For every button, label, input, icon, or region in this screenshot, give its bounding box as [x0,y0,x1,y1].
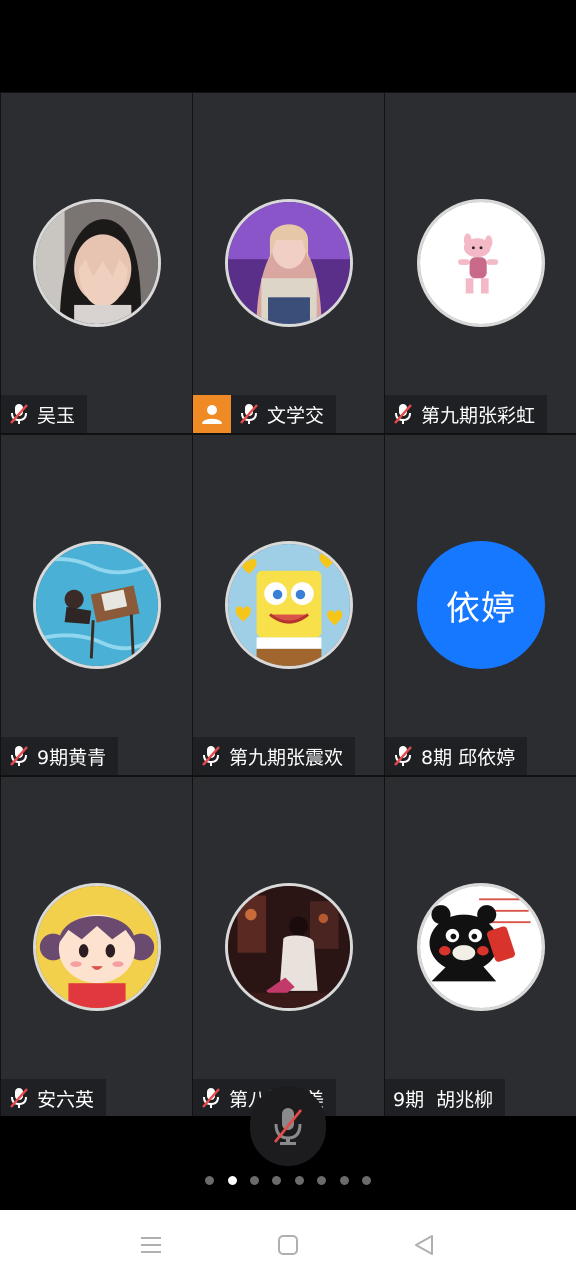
participant-avatar [225,883,353,1011]
mic-muted-icon [10,1088,28,1108]
page-dot[interactable] [272,1176,281,1185]
avatar-initials: 依婷 [446,588,516,629]
participant-tile[interactable]: 第八期周美 [193,777,384,1117]
page-dot[interactable] [317,1176,326,1185]
participant-name-tag: 吴玉 [1,395,88,433]
person-icon [202,405,222,424]
participant-tile[interactable]: 第九期张震欢 [193,435,384,775]
participant-name: 第九期张震欢 [229,746,344,769]
status-area [0,0,576,92]
page-dot[interactable] [340,1176,349,1185]
participant-name: 9期 胡兆柳 [393,1088,494,1111]
page-dot[interactable] [205,1176,214,1185]
participant-tile[interactable]: 9期黄青 [1,435,192,775]
participant-name-tag: 9期黄青 [1,737,119,775]
participant-tile[interactable]: 吴玉 [1,93,192,433]
participant-name-tag: 9期 胡兆柳 [385,1079,506,1117]
participant-name: 第九期张彩虹 [421,404,536,427]
participant-name-tag: 文学交 [231,395,337,433]
participant-name: 文学交 [267,404,325,427]
participant-avatar [33,541,161,669]
page-dot[interactable] [250,1176,259,1185]
participant-tile[interactable]: 安六英 [1,777,192,1117]
participant-tile[interactable]: 9期 胡兆柳 [385,777,576,1117]
page-dot[interactable] [362,1176,371,1185]
back-icon[interactable] [412,1233,436,1257]
participant-avatar [225,199,353,327]
participant-avatar [417,883,545,1011]
participant-tile[interactable]: 文学交 [193,93,384,433]
page-indicator [0,1176,576,1186]
host-badge [193,395,231,433]
participant-tile[interactable]: 第九期张彩虹 [385,93,576,433]
mic-muted-icon [10,404,28,424]
mic-muted-icon [273,1108,303,1145]
participant-avatar [225,541,353,669]
participant-tile[interactable]: 依婷 8期 邱依婷 [385,435,576,775]
participant-avatar [33,199,161,327]
mic-muted-icon [10,746,28,766]
participant-name-tag: 第九期张震欢 [193,737,356,775]
participant-name: 8期 邱依婷 [421,746,516,769]
participant-name: 吴玉 [37,404,76,427]
participant-name-tag: 安六英 [1,1079,107,1117]
menu-icon[interactable] [139,1233,163,1257]
participant-avatar [417,199,545,327]
mic-muted-icon [202,1088,220,1108]
participant-avatar [33,883,161,1011]
mic-toggle-button[interactable] [250,1086,326,1166]
participant-avatar: 依婷 [417,541,545,669]
participant-name: 9期黄青 [37,746,107,769]
participant-grid: 吴玉 文学交 第九期张彩虹 9期黄青 第九期张震欢 依婷 8期 邱依婷 安六英 … [0,92,576,1117]
mic-muted-icon [394,404,412,424]
page-dot-active[interactable] [228,1176,237,1185]
mic-muted-icon [394,746,412,766]
home-icon[interactable] [276,1233,300,1257]
mic-muted-icon [202,746,220,766]
system-nav-bar [0,1210,576,1280]
participant-name-tag: 第九期张彩虹 [385,395,548,433]
participant-name: 安六英 [37,1088,95,1111]
page-dot[interactable] [295,1176,304,1185]
mic-muted-icon [240,404,258,424]
participant-name-tag: 8期 邱依婷 [385,737,528,775]
